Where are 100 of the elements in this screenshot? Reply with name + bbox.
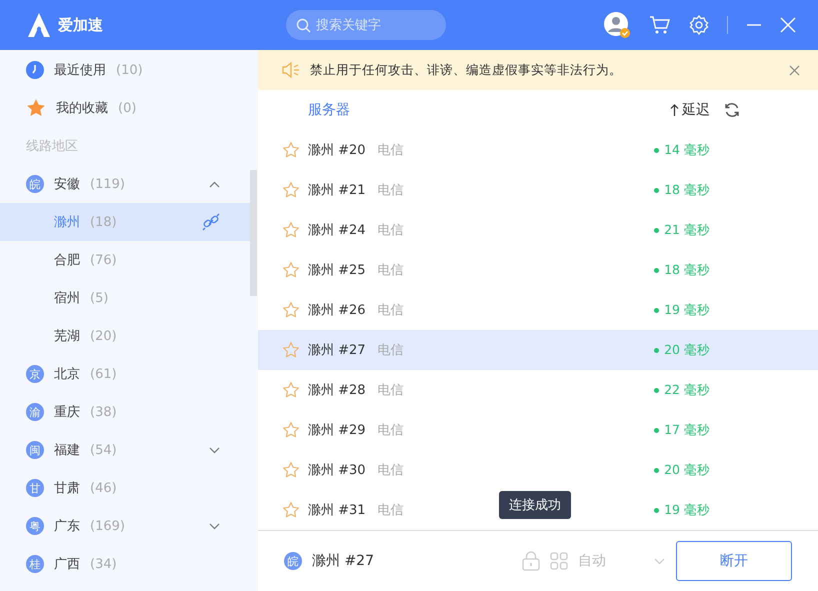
server-row[interactable]: 滁州 #26 电信 19 毫秒 <box>258 290 818 330</box>
count-label: (61) <box>90 366 117 382</box>
chevron-icon[interactable] <box>209 180 220 188</box>
sidebar-item[interactable]: 粤 广东 (169) <box>0 507 250 545</box>
grid-icon[interactable] <box>550 552 568 570</box>
column-header[interactable]: 服务器 <box>308 101 350 119</box>
sidebar-label: 我的收藏 <box>56 100 108 117</box>
server-name: 滁州 #20 <box>308 142 366 159</box>
sidebar-item[interactable]: 桂 广西 (34) <box>0 545 250 583</box>
region-badge: 甘 <box>26 479 44 497</box>
sidebar-item[interactable]: 宿州 (5) <box>0 279 250 317</box>
region-badge: 桂 <box>26 555 44 573</box>
isp-label: 电信 <box>378 462 404 479</box>
server-row[interactable]: 滁州 #31 电信 连接成功 19 毫秒 <box>258 490 818 530</box>
server-name: 滁州 #25 <box>308 262 366 279</box>
latency-label: 18 毫秒 <box>654 262 710 278</box>
server-row[interactable]: 滁州 #27 电信 20 毫秒 <box>258 330 818 370</box>
chevron-icon[interactable] <box>209 522 220 530</box>
server-name: 滁州 #30 <box>308 462 366 479</box>
star-icon[interactable] <box>282 301 300 319</box>
isp-label: 电信 <box>378 262 404 279</box>
count-label: (54) <box>90 442 117 458</box>
count-label: (46) <box>90 480 117 496</box>
star-icon[interactable] <box>282 421 300 439</box>
latency-label: 18 毫秒 <box>654 182 710 198</box>
search-icon <box>296 18 311 33</box>
latency-label: 19 毫秒 <box>654 502 710 518</box>
isp-label: 电信 <box>378 222 404 239</box>
count-label: (169) <box>90 518 125 534</box>
sort-button[interactable]: 延迟 <box>670 101 710 119</box>
close-icon[interactable] <box>789 64 800 76</box>
server-name: 滁州 #28 <box>308 382 366 399</box>
server-row[interactable]: 滁州 #20 电信 14 毫秒 <box>258 130 818 170</box>
sidebar-item[interactable]: 京 北京 (61) <box>0 355 250 393</box>
settings-icon[interactable] <box>689 15 709 35</box>
speaker-icon <box>282 62 300 78</box>
current-server: 滁州 #27 <box>312 552 375 570</box>
server-name: 滁州 #24 <box>308 222 366 239</box>
sidebar-item[interactable]: 皖 安徽 (119) <box>0 165 250 203</box>
server-row[interactable]: 滁州 #29 电信 17 毫秒 <box>258 410 818 450</box>
count-label: (119) <box>90 176 125 192</box>
region-badge: 渝 <box>26 403 44 421</box>
isp-label: 电信 <box>378 142 404 159</box>
star-icon <box>26 98 46 118</box>
cart-icon[interactable] <box>649 15 671 35</box>
server-row[interactable]: 滁州 #30 电信 20 毫秒 <box>258 450 818 490</box>
sidebar-item[interactable]: 闽 福建 (54) <box>0 431 250 469</box>
sidebar-label: 安徽 <box>54 176 80 193</box>
count-label: (5) <box>90 290 108 306</box>
region-badge: 闽 <box>26 441 44 459</box>
avatar-icon[interactable] <box>603 11 631 39</box>
server-name: 滁州 #21 <box>308 182 366 199</box>
region-badge: 粤 <box>26 517 44 535</box>
star-icon[interactable] <box>282 221 300 239</box>
star-icon[interactable] <box>282 501 300 519</box>
sidebar-item[interactable]: 甘 甘肃 (46) <box>0 469 250 507</box>
isp-label: 电信 <box>378 502 404 519</box>
disconnect-button[interactable]: 断开 <box>676 541 792 581</box>
server-row[interactable]: 滁州 #25 电信 18 毫秒 <box>258 250 818 290</box>
server-row[interactable]: 滁州 #28 电信 22 毫秒 <box>258 370 818 410</box>
count-label: (10) <box>116 62 143 78</box>
star-icon[interactable] <box>282 381 300 399</box>
sidebar-item[interactable]: 渝 重庆 (38) <box>0 393 250 431</box>
isp-label: 电信 <box>378 302 404 319</box>
logo-icon <box>26 12 52 38</box>
count-label: (38) <box>90 404 117 420</box>
isp-label: 电信 <box>378 382 404 399</box>
latency-label: 14 毫秒 <box>654 142 710 158</box>
link-icon[interactable] <box>202 213 220 231</box>
isp-label: 电信 <box>378 422 404 439</box>
count-label: (20) <box>90 328 117 344</box>
chevron-icon[interactable] <box>209 446 220 454</box>
star-icon[interactable] <box>282 461 300 479</box>
sidebar-label: 合肥 <box>54 252 80 269</box>
star-icon[interactable] <box>282 181 300 199</box>
lock-icon[interactable] <box>522 551 540 571</box>
sidebar-item[interactable]: 芜湖 (20) <box>0 317 250 355</box>
section-heading: 线路地区 <box>26 138 78 155</box>
latency-label: 20 毫秒 <box>654 342 710 358</box>
app-name: 爱加速 <box>58 16 103 34</box>
refresh-icon[interactable] <box>724 102 740 118</box>
server-row[interactable]: 滁州 #21 电信 18 毫秒 <box>258 170 818 210</box>
latency-label: 21 毫秒 <box>654 222 710 238</box>
notice-text: 禁止用于任何攻击、诽谤、编造虚假事实等非法行为。 <box>310 62 623 78</box>
scrollbar[interactable] <box>250 170 257 296</box>
sidebar-item[interactable]: 合肥 (76) <box>0 241 250 279</box>
count-label: (18) <box>90 214 117 230</box>
sidebar-label: 北京 <box>54 366 80 383</box>
sidebar-label: 广东 <box>54 518 80 535</box>
star-icon[interactable] <box>282 261 300 279</box>
server-name: 滁州 #31 <box>308 502 366 519</box>
star-icon[interactable] <box>282 141 300 159</box>
star-icon[interactable] <box>282 341 300 359</box>
isp-label: 电信 <box>378 342 404 359</box>
sidebar-item[interactable]: 最近使用 (10) <box>0 51 250 89</box>
server-name: 滁州 #29 <box>308 422 366 439</box>
sidebar-item[interactable]: 我的收藏 (0) <box>0 89 250 127</box>
server-row[interactable]: 滁州 #24 电信 21 毫秒 <box>258 210 818 250</box>
latency-label: 20 毫秒 <box>654 462 710 478</box>
sidebar-label: 重庆 <box>54 404 80 421</box>
